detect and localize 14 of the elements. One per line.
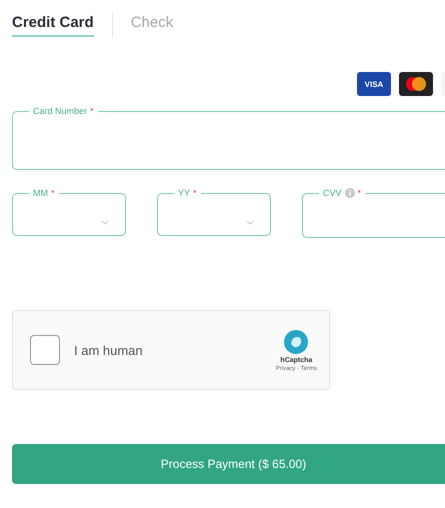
process-payment-button[interactable]: Process Payment ($ 65.00): [12, 444, 445, 484]
chevron-down-icon: [101, 220, 109, 225]
mastercard-logo: [399, 72, 433, 96]
input-field[interactable]: CVV *: [302, 188, 445, 238]
checkbox-label: I am human: [74, 342, 144, 358]
visa-logo: VISA: [357, 72, 391, 96]
chevron-down-icon: [246, 220, 254, 225]
tab[interactable]: Credit Card: [12, 14, 94, 36]
input-field[interactable]: Card Number *: [12, 106, 445, 170]
dropdown-field[interactable]: YY *: [157, 188, 271, 236]
checkbox[interactable]: [30, 335, 60, 365]
captcha-logo-icon: [283, 328, 310, 354]
tab[interactable]: Check: [130, 14, 174, 36]
dropdown-field[interactable]: MM *: [12, 188, 126, 236]
